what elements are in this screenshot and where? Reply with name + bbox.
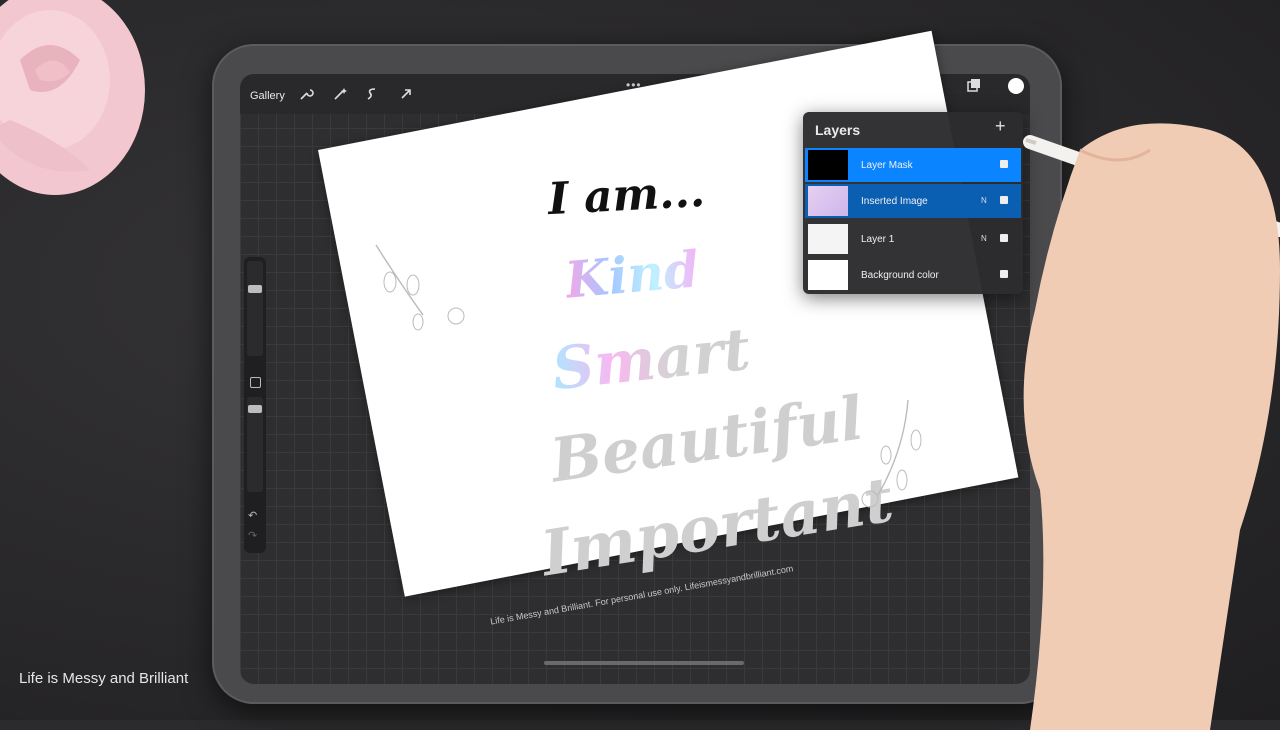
word-kind: Kind bbox=[562, 239, 702, 310]
color-swatch-button[interactable] bbox=[1008, 78, 1024, 94]
layer-visibility-checkbox[interactable] bbox=[1000, 160, 1008, 168]
brush-size-thumb[interactable] bbox=[248, 285, 262, 293]
layer-blend-mode[interactable]: N bbox=[981, 196, 987, 205]
layer-row-background-color[interactable]: Background color bbox=[805, 258, 1021, 292]
opacity-thumb[interactable] bbox=[248, 405, 262, 413]
layer-name: Inserted Image bbox=[861, 196, 928, 207]
layer-thumbnail bbox=[808, 150, 848, 180]
layer-name: Layer 1 bbox=[861, 234, 895, 245]
layer-thumbnail bbox=[808, 186, 848, 216]
layer-blend-mode[interactable]: N bbox=[981, 234, 987, 243]
layer-visibility-checkbox[interactable] bbox=[1000, 270, 1008, 278]
layers-panel: Layers + Layer Mask Inserted Image N Lay… bbox=[803, 112, 1023, 294]
layer-row-inserted-image[interactable]: Inserted Image N bbox=[805, 184, 1021, 218]
floral-doodle-right bbox=[861, 399, 922, 508]
layers-icon[interactable] bbox=[966, 78, 982, 94]
layer-visibility-checkbox[interactable] bbox=[1000, 234, 1008, 242]
layer-name: Layer Mask bbox=[861, 160, 913, 171]
opacity-slider[interactable] bbox=[247, 397, 263, 492]
brush-size-slider[interactable] bbox=[247, 261, 263, 356]
magic-wand-icon[interactable] bbox=[332, 86, 348, 102]
wrench-icon[interactable] bbox=[298, 86, 314, 102]
canvas-heading: I am... bbox=[546, 165, 707, 226]
layer-row-layer-1[interactable]: Layer 1 N bbox=[805, 222, 1021, 256]
add-layer-button[interactable]: + bbox=[995, 116, 1006, 137]
layer-name: Background color bbox=[861, 270, 939, 281]
layer-thumbnail bbox=[808, 260, 848, 290]
layers-title: Layers bbox=[815, 122, 861, 138]
layer-row-layer-mask[interactable]: Layer Mask bbox=[805, 148, 1021, 182]
left-sidebar: ↶ ↷ bbox=[244, 257, 266, 553]
home-indicator bbox=[544, 661, 744, 665]
layer-visibility-checkbox[interactable] bbox=[1000, 196, 1008, 204]
undo-icon[interactable]: ↶ bbox=[248, 509, 257, 522]
transform-arrow-icon[interactable] bbox=[398, 86, 414, 102]
redo-icon[interactable]: ↷ bbox=[248, 529, 257, 542]
floral-doodle-left bbox=[375, 244, 465, 331]
hand-with-pencil bbox=[1023, 123, 1280, 730]
modify-button[interactable] bbox=[250, 377, 261, 388]
rose-decoration bbox=[0, 0, 145, 195]
video-watermark: Life is Messy and Brilliant bbox=[19, 670, 189, 687]
selection-icon[interactable] bbox=[364, 86, 380, 102]
layer-thumbnail bbox=[808, 224, 848, 254]
gallery-button[interactable]: Gallery bbox=[250, 90, 285, 102]
